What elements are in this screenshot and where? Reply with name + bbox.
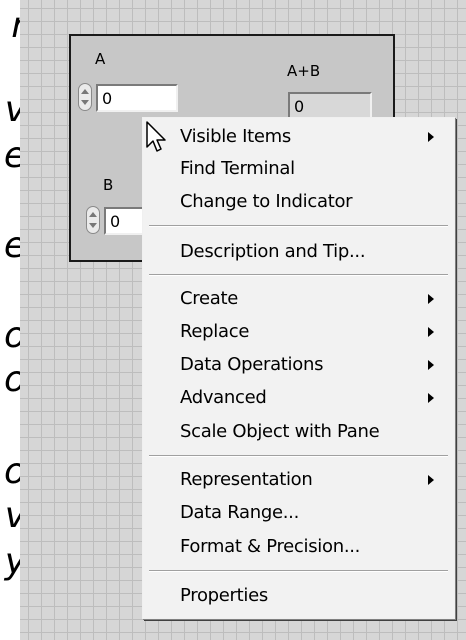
- menu-item-visible-items[interactable]: Visible Items: [143, 121, 454, 153]
- menu-item-label: Description and Tip...: [180, 241, 366, 262]
- menu-separator: [149, 225, 448, 227]
- margin-glyph: r: [11, 8, 20, 44]
- decrement-arrow-icon[interactable]: [89, 223, 97, 228]
- menu-item-label: Data Range...: [180, 502, 300, 523]
- menu-item-label: Change to Indicator: [180, 191, 353, 212]
- menu-item-label: Advanced: [180, 387, 267, 408]
- document-text-strip: r v e e o o o v y: [0, 0, 20, 640]
- menu-item-label: Visible Items: [180, 126, 291, 147]
- margin-glyph: o: [4, 318, 20, 354]
- menu-item-format-and-precision[interactable]: Format & Precision...: [143, 531, 454, 563]
- control-b-increment-decrement[interactable]: [86, 205, 102, 235]
- menu-separator: [149, 274, 448, 276]
- margin-glyph: v: [5, 498, 20, 534]
- menu-item-label: Replace: [180, 321, 250, 342]
- menu-item-label: Properties: [180, 585, 268, 606]
- margin-glyph: e: [4, 138, 20, 174]
- menu-item-label: Find Terminal: [180, 158, 295, 179]
- control-a-label: A: [95, 50, 106, 68]
- margin-glyph: v: [5, 92, 20, 128]
- mouse-pointer-icon: [146, 121, 166, 152]
- menu-item-advanced[interactable]: Advanced: [143, 382, 454, 414]
- menu-item-description-and-tip[interactable]: Description and Tip...: [143, 236, 454, 268]
- menu-item-label: Format & Precision...: [180, 536, 361, 557]
- increment-arrow-icon[interactable]: [81, 89, 89, 94]
- menu-item-change-to-indicator[interactable]: Change to Indicator: [143, 186, 454, 218]
- menu-item-find-terminal[interactable]: Find Terminal: [143, 153, 454, 185]
- margin-glyph: o: [4, 454, 20, 490]
- margin-glyph: y: [5, 544, 20, 580]
- menu-item-data-operations[interactable]: Data Operations: [143, 349, 454, 381]
- menu-item-scale-object-with-pane[interactable]: Scale Object with Pane: [143, 416, 454, 448]
- control-a-numeric-input[interactable]: 0: [96, 84, 178, 112]
- menu-item-representation[interactable]: Representation: [143, 464, 454, 496]
- submenu-arrow-icon: [428, 294, 434, 304]
- menu-item-create[interactable]: Create: [143, 283, 454, 315]
- control-a-increment-decrement[interactable]: [78, 82, 94, 112]
- menu-separator: [149, 455, 448, 457]
- submenu-arrow-icon: [428, 393, 434, 403]
- decrement-arrow-icon[interactable]: [81, 100, 89, 105]
- menu-item-label: Create: [180, 288, 239, 309]
- menu-item-replace[interactable]: Replace: [143, 316, 454, 348]
- submenu-arrow-icon: [428, 360, 434, 370]
- menu-item-label: Scale Object with Pane: [180, 421, 380, 442]
- menu-separator: [149, 570, 448, 572]
- submenu-arrow-icon: [428, 132, 434, 142]
- submenu-arrow-icon: [428, 327, 434, 337]
- margin-glyph: o: [4, 362, 20, 398]
- menu-item-properties[interactable]: Properties: [143, 580, 454, 612]
- menu-item-data-range[interactable]: Data Range...: [143, 497, 454, 529]
- menu-item-label: Representation: [180, 469, 313, 490]
- indicator-sum-label: A+B: [287, 62, 321, 80]
- context-menu: Visible Items Find Terminal Change to In…: [142, 117, 455, 619]
- spinner-knob-icon: [86, 206, 100, 234]
- indicator-sum-display: 0: [288, 92, 372, 120]
- increment-arrow-icon[interactable]: [89, 212, 97, 217]
- submenu-arrow-icon: [428, 475, 434, 485]
- menu-item-label: Data Operations: [180, 354, 324, 375]
- spinner-knob-icon: [78, 83, 92, 111]
- control-b-label: B: [103, 176, 114, 194]
- margin-glyph: e: [4, 228, 20, 264]
